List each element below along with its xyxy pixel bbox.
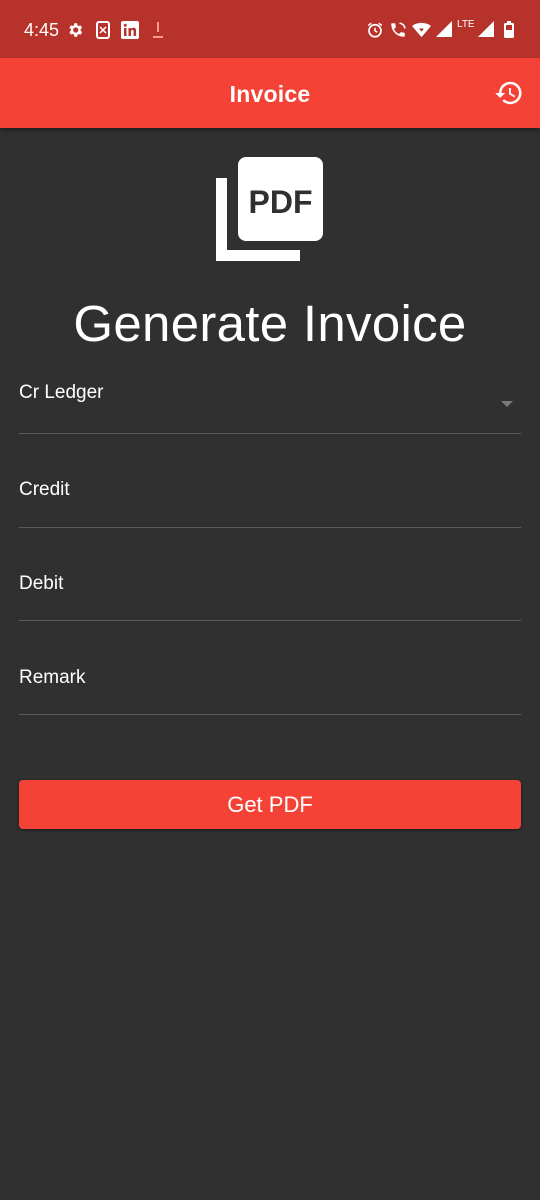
status-bar: 4:45 LTE [0, 0, 540, 58]
wifi-icon [412, 22, 431, 38]
credit-label: Credit [19, 479, 70, 500]
dropdown-arrow-icon [501, 401, 513, 407]
download-icon [153, 22, 163, 38]
signal-icon [436, 21, 452, 37]
signal-icon [478, 21, 494, 37]
debit-field[interactable]: Debit [19, 573, 521, 621]
history-icon[interactable] [494, 78, 524, 108]
get-pdf-button[interactable]: Get PDF [19, 780, 521, 829]
app-bar: Invoice [0, 58, 540, 128]
phone-screen-icon [96, 21, 110, 39]
credit-field[interactable]: Credit [19, 479, 521, 528]
wifi-call-icon [391, 22, 406, 37]
network-type: LTE [457, 19, 475, 30]
status-time: 4:45 [24, 20, 60, 40]
debit-label: Debit [19, 573, 64, 594]
remark-label: Remark [19, 667, 86, 688]
pdf-icon-label: PDF [249, 184, 313, 220]
linkedin-icon [121, 21, 139, 39]
page-title: Generate Invoice [73, 295, 467, 352]
cr-ledger-label: Cr Ledger [19, 382, 104, 403]
cr-ledger-dropdown[interactable]: Cr Ledger [19, 382, 521, 434]
app-bar-title: Invoice [229, 81, 311, 107]
alarm-icon [367, 22, 383, 38]
battery-icon [504, 21, 514, 38]
pdf-icon: PDF [216, 157, 323, 261]
settings-icon [69, 23, 83, 37]
remark-field[interactable]: Remark [19, 667, 521, 715]
